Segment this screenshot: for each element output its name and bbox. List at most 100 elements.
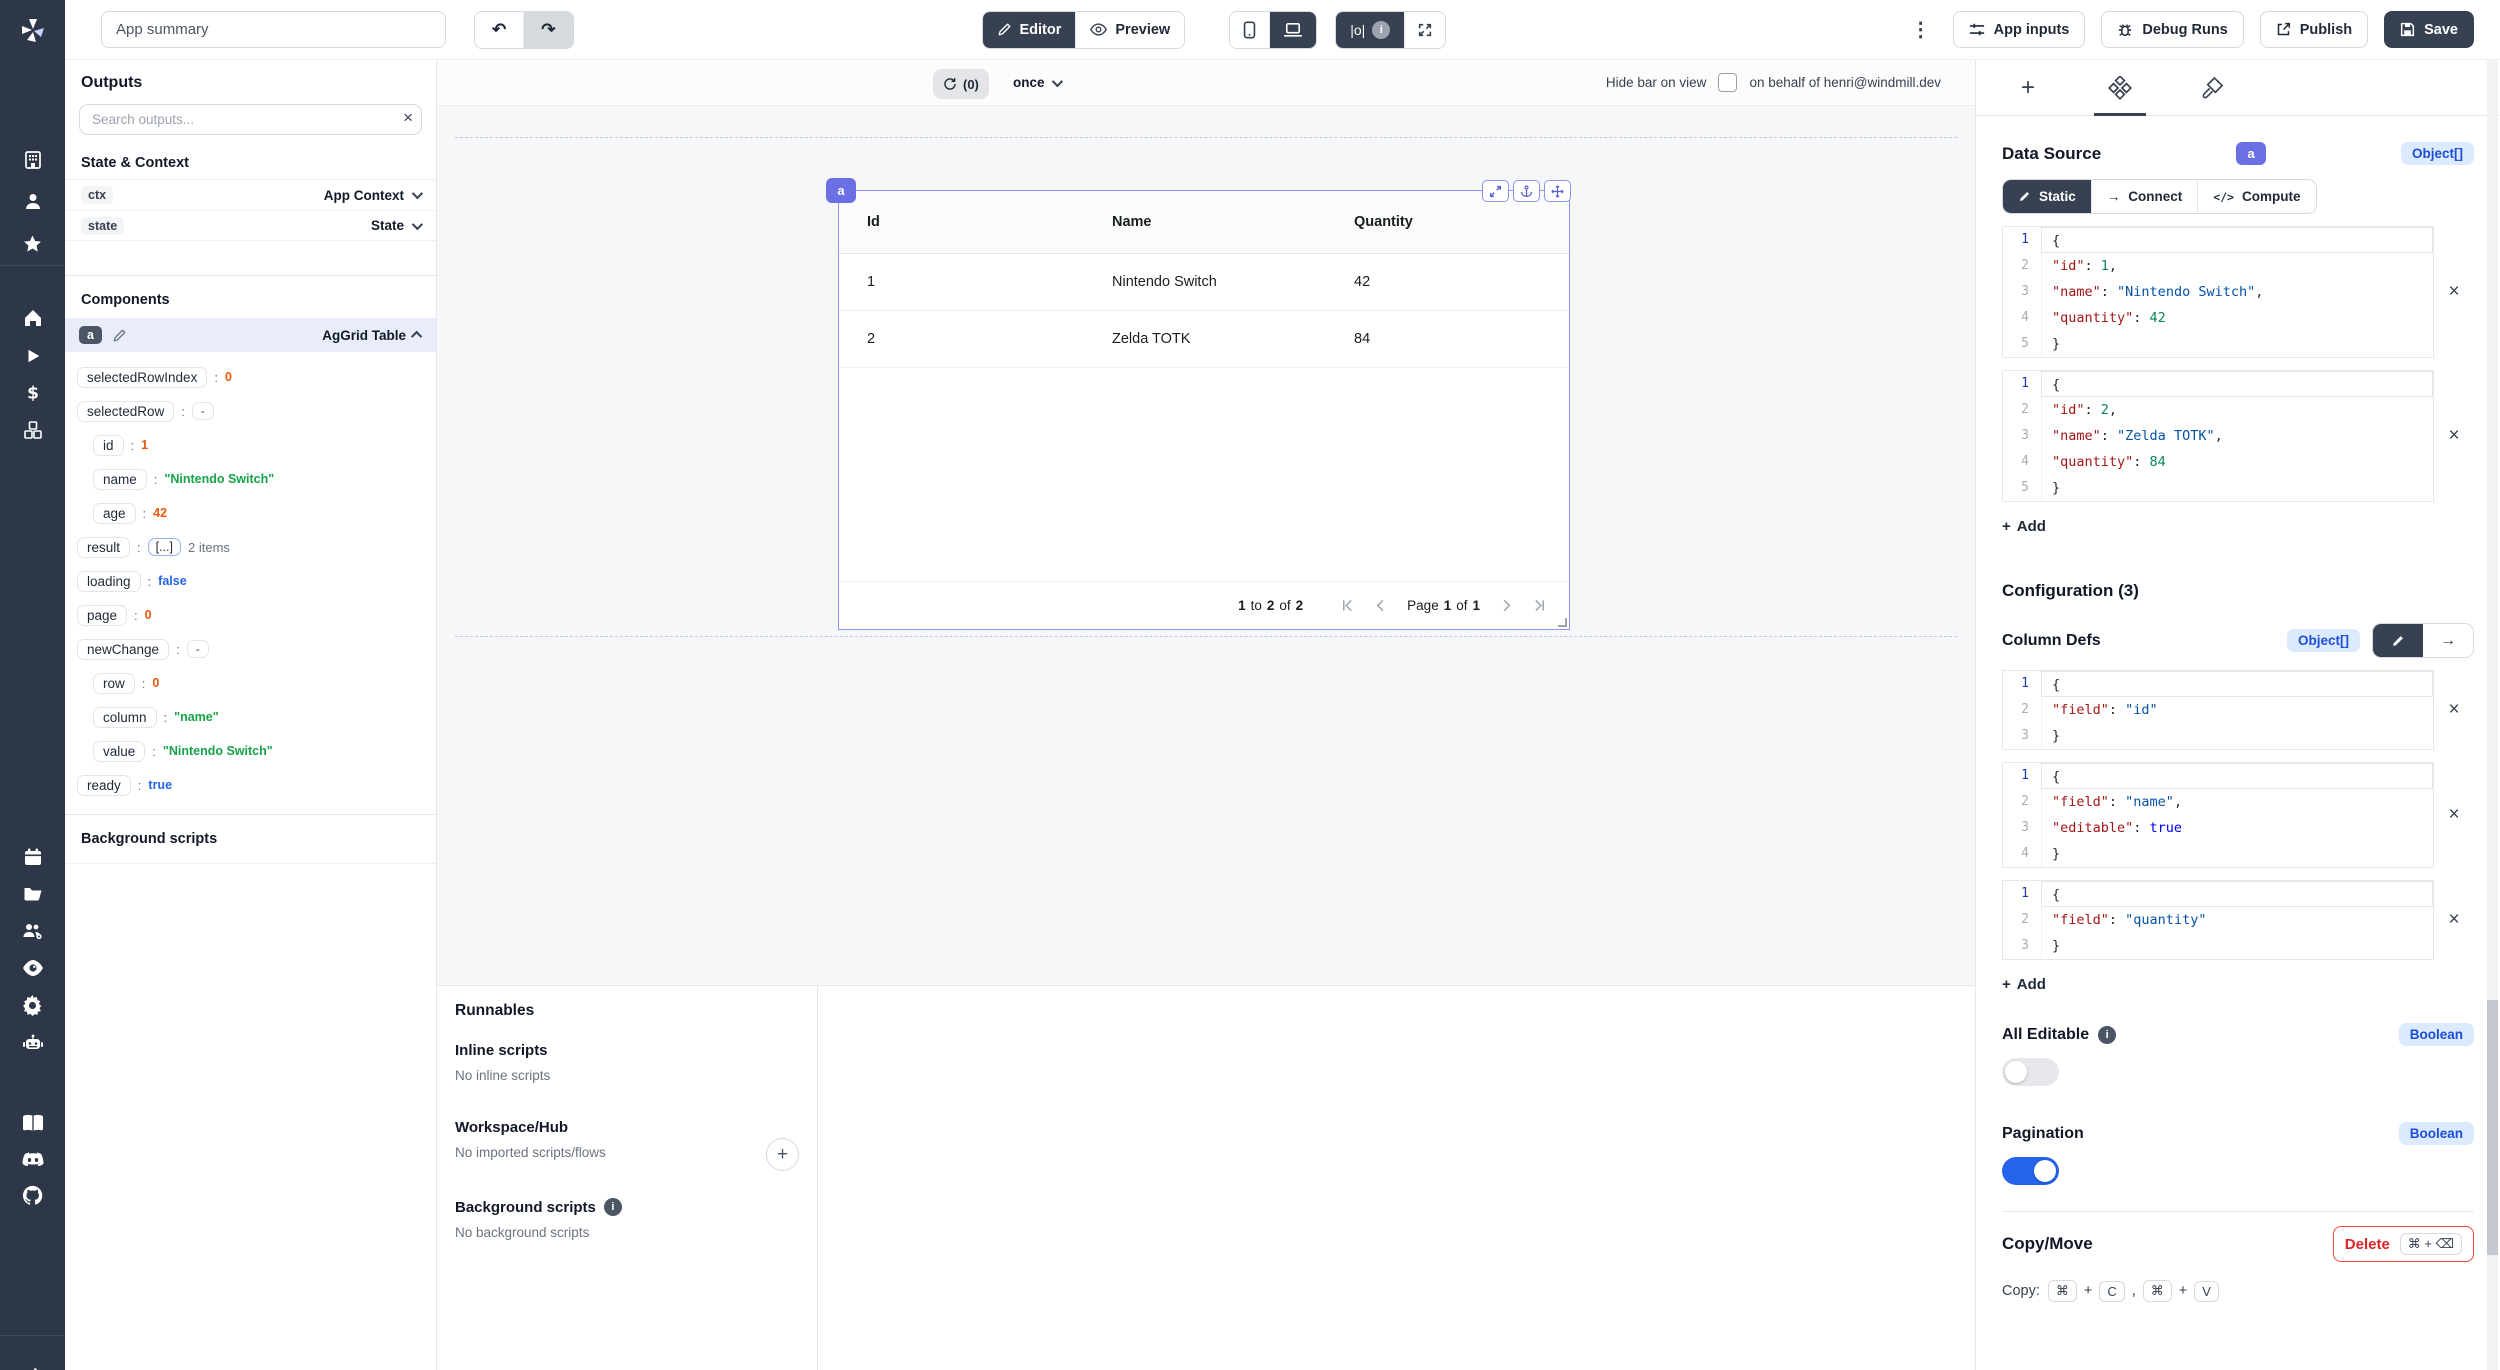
table-cell[interactable]: 42 [1326,274,1569,290]
tab-compute[interactable]: </> Compute [2197,180,2315,213]
redo-button[interactable]: ↷ [523,12,572,48]
sidebar-item-docs[interactable] [0,1106,65,1140]
undo-button[interactable]: ↶ [475,12,523,48]
output-key-chip[interactable]: loading [77,571,141,592]
prev-page-icon[interactable] [1374,599,1387,612]
refresh-mode-dropdown[interactable]: once [1013,75,1060,90]
mobile-view-button[interactable] [1230,12,1269,48]
tab-insert-component[interactable]: + [2008,60,2048,116]
first-page-icon[interactable] [1341,599,1354,612]
output-key-chip[interactable]: row [93,673,135,694]
remove-item-button[interactable]: × [2434,281,2474,303]
output-key-chip[interactable]: selectedRowIndex [77,367,207,388]
output-key-chip[interactable]: result [77,537,130,558]
tab-editor[interactable]: Editor [983,12,1076,48]
json-editor[interactable]: 1{2"field": "id"3} [2002,670,2434,750]
collapse-sidebar-button[interactable] [0,1357,65,1370]
tab-static[interactable]: Static [2003,180,2091,213]
sidebar-item-folders[interactable] [0,877,65,911]
fullscreen-button[interactable] [1404,12,1445,48]
expand-component-button[interactable] [1482,180,1509,202]
table-cell[interactable]: 1 [839,274,1084,290]
debug-runs-button[interactable]: Debug Runs [2101,11,2243,48]
sidebar-item-home[interactable] [0,301,65,335]
json-editor[interactable]: 1{2"id": 1,3"name": "Nintendo Switch",4"… [2002,226,2434,358]
all-editable-toggle[interactable] [2002,1058,2059,1086]
schema-explorer-button[interactable]: |o| i [1336,12,1404,48]
column-header[interactable]: Name [1084,214,1326,230]
sidebar-item-runs[interactable] [0,339,65,373]
output-key-chip[interactable]: ready [77,775,131,796]
output-value-array[interactable]: [...] [148,538,181,556]
sidebar-item-resources[interactable] [0,413,65,447]
output-value-collapsed[interactable]: - [192,402,214,420]
component-list-item[interactable]: a AgGrid Table [65,318,436,352]
sidebar-item-user[interactable] [0,184,65,218]
scrollbar-thumb[interactable] [2487,1000,2498,1255]
table-cell[interactable]: 84 [1326,331,1569,347]
delete-component-button[interactable]: Delete ⌘ + ⌫ [2333,1226,2474,1262]
table-cell[interactable]: 2 [839,331,1084,347]
tab-connect[interactable]: → Connect [2091,180,2198,213]
app-inputs-button[interactable]: App inputs [1953,11,2086,48]
tab-preview[interactable]: Preview [1075,12,1184,48]
output-key-chip[interactable]: selectedRow [77,401,174,422]
sidebar-item-groups[interactable] [0,914,65,948]
column-header[interactable]: Id [839,214,1084,230]
more-menu-button[interactable]: ⋮ [1905,17,1937,42]
sidebar-item-favorites[interactable] [0,227,65,261]
output-key-chip[interactable]: id [93,435,124,456]
tab-styling[interactable] [2192,60,2232,116]
output-key-chip[interactable]: page [77,605,127,626]
add-column-def-button[interactable]: +Add [2002,976,2046,993]
sidebar-item-schedules[interactable] [0,840,65,874]
refresh-components-button[interactable]: (0) [933,69,989,99]
next-page-icon[interactable] [1500,599,1513,612]
table-row[interactable]: 2Zelda TOTK84 [839,311,1569,368]
output-key-chip[interactable]: age [93,503,136,524]
sidebar-item-ai[interactable] [0,1026,65,1060]
aggrid-table-component[interactable]: a IdNameQuantity 1Nintendo Switch42 [838,190,1570,630]
github-icon[interactable] [0,1178,65,1212]
state-row[interactable]: state State [65,210,436,241]
desktop-view-button[interactable] [1269,12,1316,48]
json-editor[interactable]: 1{2"field": "name",3"editable": true4} [2002,762,2434,868]
windmill-logo[interactable] [0,0,65,60]
connect-mode-button[interactable]: → [2423,624,2473,657]
save-button[interactable]: Save [2384,11,2474,48]
remove-item-button[interactable]: × [2434,425,2474,447]
column-header[interactable]: Quantity [1326,214,1569,230]
output-key-chip[interactable]: column [93,707,157,728]
add-background-script-button[interactable]: + [766,1138,799,1171]
tab-component-settings[interactable] [2100,60,2140,116]
last-page-icon[interactable] [1533,599,1546,612]
app-canvas[interactable]: a IdNameQuantity 1Nintendo Switch42 [437,106,1975,985]
remove-item-button[interactable]: × [2434,909,2474,931]
ctx-row[interactable]: ctx App Context [65,179,436,210]
search-outputs-input[interactable] [79,104,422,135]
remove-item-button[interactable]: × [2434,699,2474,721]
table-cell[interactable]: Nintendo Switch [1084,274,1326,290]
table-row[interactable]: 1Nintendo Switch42 [839,254,1569,311]
sidebar-item-settings[interactable] [0,988,65,1022]
table-cell[interactable]: Zelda TOTK [1084,331,1326,347]
discord-icon[interactable] [0,1142,65,1176]
move-component-button[interactable] [1544,180,1571,202]
output-key-chip[interactable]: newChange [77,639,169,660]
sidebar-item-audit-logs[interactable] [0,951,65,985]
pencil-icon[interactable] [112,328,127,343]
sidebar-item-variables[interactable]: $ [0,376,65,410]
anchor-component-button[interactable] [1513,180,1540,202]
json-editor[interactable]: 1{2"id": 2,3"name": "Zelda TOTK",4"quant… [2002,370,2434,502]
sidebar-item-workspace[interactable] [0,143,65,177]
remove-item-button[interactable]: × [2434,804,2474,826]
hide-bar-checkbox[interactable] [1718,73,1737,92]
output-key-chip[interactable]: value [93,741,145,762]
resize-handle[interactable] [1558,618,1567,627]
json-editor[interactable]: 1{2"field": "quantity"3} [2002,880,2434,960]
output-key-chip[interactable]: name [93,469,147,490]
clear-search-icon[interactable]: × [403,108,413,128]
app-summary-input[interactable] [101,11,446,48]
edit-mode-button[interactable] [2373,624,2423,657]
pagination-toggle[interactable] [2002,1157,2059,1185]
